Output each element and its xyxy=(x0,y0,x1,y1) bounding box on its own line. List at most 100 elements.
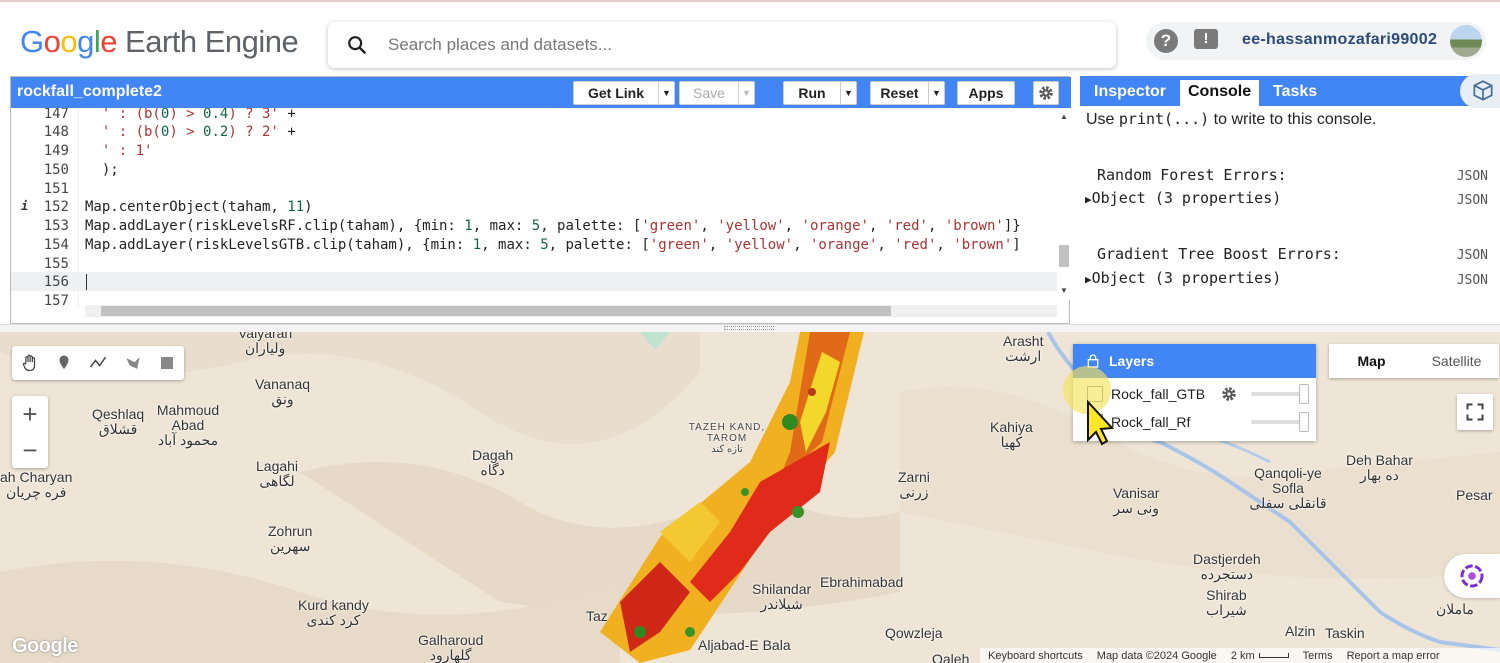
map-place-label: Ebrahimabad xyxy=(820,574,904,590)
polygon-tool-icon[interactable] xyxy=(123,353,143,373)
json-toggle[interactable]: JSON xyxy=(1457,248,1488,263)
marker-icon[interactable] xyxy=(55,353,73,373)
map-place-label: ماملان xyxy=(1436,601,1474,617)
editor-horizontal-scroll-thumb[interactable] xyxy=(101,306,891,316)
map-place-label: Dagah دگاه xyxy=(472,447,514,478)
get-link-label: Get Link xyxy=(587,85,644,101)
gear-icon xyxy=(1039,86,1053,100)
map-type-satellite[interactable]: Satellite xyxy=(1414,344,1499,378)
map-place-label: Kahiya کهیا xyxy=(990,419,1033,450)
code-line[interactable]: Map.addLayer(riskLevelsRF.clip(taham), {… xyxy=(85,218,1021,234)
panel-splitter[interactable] xyxy=(0,324,1500,332)
help-icon[interactable]: ? xyxy=(1154,29,1178,53)
reset-dropdown-icon[interactable]: ▼ xyxy=(928,82,944,104)
slider-handle[interactable] xyxy=(1299,384,1309,404)
line-number: 155 xyxy=(43,256,69,272)
map-place-label: Qanqoli-ye Sofla قانقلی سفلی xyxy=(1249,465,1327,511)
tab-console[interactable]: Console xyxy=(1180,80,1260,106)
drawing-tools xyxy=(12,346,184,380)
save-dropdown-icon[interactable]: ▼ xyxy=(738,82,754,104)
json-toggle[interactable]: JSON xyxy=(1457,193,1488,208)
map-place-label: Taskin xyxy=(1325,625,1365,641)
gear-icon[interactable] xyxy=(1220,385,1238,403)
splitter-handle-icon[interactable] xyxy=(724,326,774,330)
console-hint-post: to write to this console. xyxy=(1209,111,1377,128)
map-place-label: ah Charyan فره چریان xyxy=(0,469,73,500)
apps-label: Apps xyxy=(968,85,1004,101)
scroll-down-icon[interactable]: ▼ xyxy=(1060,286,1068,295)
code-line[interactable]: Map.addLayer(riskLevelsGTB.clip(taham), … xyxy=(85,237,1021,253)
get-link-dropdown-icon[interactable]: ▼ xyxy=(658,82,674,104)
json-toggle[interactable]: JSON xyxy=(1457,273,1488,288)
get-link-button[interactable]: Get Link ▼ xyxy=(573,81,675,105)
save-button[interactable]: Save ▼ xyxy=(679,81,755,105)
reset-button[interactable]: Reset ▼ xyxy=(870,81,945,105)
json-toggle[interactable]: JSON xyxy=(1457,169,1488,184)
zoom-control: + − xyxy=(12,396,48,468)
search-input[interactable] xyxy=(388,35,1028,55)
map-place-label: Deh Bahar ده بهار xyxy=(1346,452,1413,483)
line-number: 150 xyxy=(43,162,69,178)
mouse-cursor-icon xyxy=(1063,362,1123,451)
fullscreen-button[interactable] xyxy=(1457,394,1493,430)
tab-inspector[interactable]: Inspector xyxy=(1086,80,1174,106)
console-object-row[interactable]: ▶Object (3 properties) xyxy=(1085,189,1281,207)
assistant-button[interactable] xyxy=(1444,554,1500,598)
map-attribution: Keyboard shortcuts Map data ©2024 Google… xyxy=(980,648,1500,663)
search-bar[interactable] xyxy=(328,22,1116,68)
tab-tasks[interactable]: Tasks xyxy=(1265,80,1325,106)
slider-handle[interactable] xyxy=(1299,412,1309,432)
save-label: Save xyxy=(693,85,725,101)
info-marker-icon[interactable]: i xyxy=(21,199,28,213)
code-line[interactable]: ); xyxy=(85,162,119,178)
scale-label[interactable]: 2 km xyxy=(1231,650,1255,662)
apps-button[interactable]: Apps xyxy=(957,81,1015,105)
zoom-in-button[interactable]: + xyxy=(12,396,48,432)
run-button[interactable]: Run ▼ xyxy=(783,81,857,105)
cloud-project-name[interactable]: ee-hassanmozafari99002 xyxy=(1242,31,1437,49)
map-type-toggle: Map Satellite xyxy=(1329,344,1499,378)
line-number: 152 xyxy=(43,199,69,215)
zoom-out-button[interactable]: − xyxy=(12,432,48,468)
code-line[interactable]: Map.centerObject(taham, 11) xyxy=(85,199,313,215)
code-line[interactable]: ' : 1' xyxy=(85,143,153,159)
feedback-icon[interactable]: ! xyxy=(1194,29,1218,49)
rectangle-tool-icon[interactable] xyxy=(158,354,176,372)
console-entry-title: Random Forest Errors: xyxy=(1097,166,1287,184)
cube-icon-button[interactable] xyxy=(1460,74,1500,108)
map-place-label: Dastjerdeh دستجرده xyxy=(1193,551,1261,582)
code-line[interactable]: ' : (b(0) > 0.2) ? 2' + xyxy=(85,124,296,140)
map-place-label: Vanisar ونی سر xyxy=(1113,485,1160,516)
terms-link[interactable]: Terms xyxy=(1303,650,1333,662)
expand-arrow-icon[interactable]: ▶ xyxy=(1085,273,1092,286)
line-number: 151 xyxy=(43,181,69,197)
earth-engine-logo[interactable]: Google Earth Engine xyxy=(20,24,299,60)
map-view[interactable]: Valyaran ولیاران Vananaq ونق Qeshlaq قشلاق … xyxy=(0,332,1500,663)
code-area[interactable]: 147 ' : (b(0) > 0.4) ? 3' + 148 ' : (b(0… xyxy=(11,108,1057,308)
script-name: rockfall_complete2 xyxy=(17,83,162,100)
map-place-label: Lagahi لگاهی xyxy=(256,458,299,489)
text-cursor xyxy=(86,274,87,290)
expand-arrow-icon[interactable]: ▶ xyxy=(1085,193,1092,206)
editor-settings-button[interactable] xyxy=(1033,81,1059,105)
right-panel-tabs: Inspector Console Tasks xyxy=(1080,76,1500,106)
editor-vertical-scroll-thumb[interactable] xyxy=(1059,245,1069,267)
right-panel: Inspector Console Tasks Use print(...) t… xyxy=(1080,76,1500,324)
map-place-label: Qaleh xyxy=(932,651,970,663)
run-dropdown-icon[interactable]: ▼ xyxy=(840,82,856,104)
editor-vertical-scrollbar[interactable]: ▲ ▼ xyxy=(1057,108,1071,300)
line-number: 153 xyxy=(43,218,69,234)
map-type-map[interactable]: Map xyxy=(1329,344,1414,378)
layer-name: Rock_fall_GTB xyxy=(1111,386,1206,402)
layer-opacity-slider[interactable] xyxy=(1251,384,1309,404)
scroll-up-icon[interactable]: ▲ xyxy=(1060,112,1068,121)
line-tool-icon[interactable] xyxy=(88,353,108,373)
report-error-link[interactable]: Report a map error xyxy=(1347,650,1440,662)
hand-pan-icon[interactable] xyxy=(20,353,40,373)
keyboard-shortcuts-link[interactable]: Keyboard shortcuts xyxy=(988,650,1083,662)
layer-opacity-slider[interactable] xyxy=(1251,412,1309,432)
avatar[interactable] xyxy=(1450,25,1482,57)
console-object-row[interactable]: ▶Object (3 properties) xyxy=(1085,269,1281,287)
cube-icon xyxy=(1473,80,1493,101)
code-line[interactable]: ' : (b(0) > 0.4) ? 3' + xyxy=(85,108,296,122)
